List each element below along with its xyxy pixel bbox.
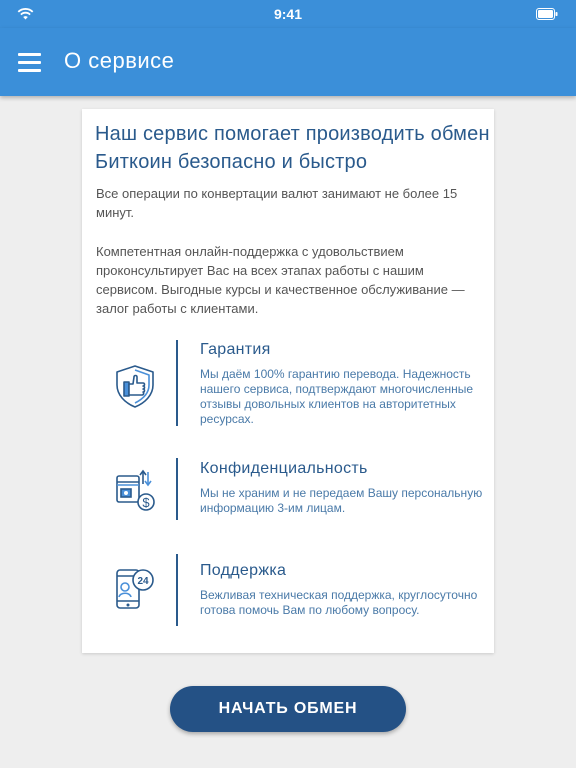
svg-text:24: 24 (137, 576, 149, 587)
phone-support-24-icon: 24 (116, 569, 154, 609)
app-bar: О сервисе (0, 28, 576, 96)
feature-title-support: Поддержка (200, 562, 287, 579)
secure-payment-icon: $ (116, 469, 155, 511)
status-time: 9:41 (273, 6, 303, 22)
feature-desc-privacy: Мы не храним и не передаем Вашу персонал… (200, 486, 483, 515)
svg-text:$: $ (142, 495, 150, 510)
feature-desc-support: Вежливая техническая поддержка, круглосу… (200, 588, 478, 617)
paragraph-speed: Все операции по конвертации валют занима… (96, 186, 458, 220)
hamburger-menu-icon[interactable] (14, 46, 48, 78)
card-headline: Наш сервис помогает производить обмен Би… (95, 123, 490, 173)
feature-title-guarantee: Гарантия (200, 341, 271, 358)
feature-title-privacy: Конфиденциальность (200, 460, 368, 477)
status-bar: 9:41 (0, 0, 576, 28)
start-exchange-button[interactable]: НАЧАТЬ ОБМЕН (170, 686, 406, 732)
page-title: О сервисе (64, 48, 175, 73)
about-card: Наш сервис помогает производить обмен Би… (82, 109, 494, 653)
feature-support: 24 Поддержка Вежливая техническая поддер… (82, 554, 494, 630)
paragraph-support: Компетентная онлайн-поддержка с удовольс… (96, 244, 465, 316)
feature-privacy: $ Конфиденциальность Мы не храним и не п… (82, 458, 494, 522)
battery-icon (536, 8, 558, 20)
shield-thumbs-up-icon (116, 365, 154, 408)
feature-desc-guarantee: Мы даём 100% гарантию перевода. Надежнос… (200, 367, 474, 426)
feature-guarantee: Гарантия Мы даём 100% гарантию перевода.… (82, 340, 494, 430)
